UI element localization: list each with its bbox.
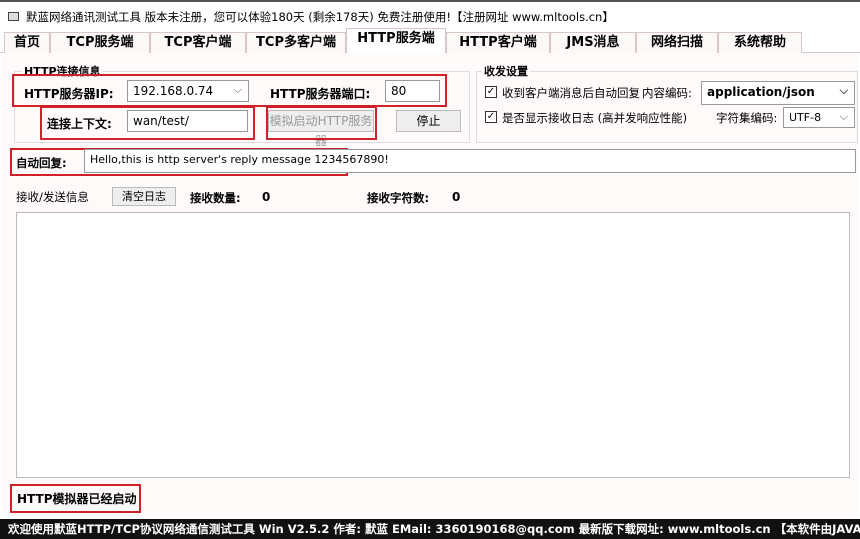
context-input[interactable]: wan/test/	[127, 110, 248, 132]
port-input[interactable]: 80	[385, 80, 440, 102]
tab-http-client[interactable]: HTTP客户端	[446, 32, 550, 54]
tab-tcp-server[interactable]: TCP服务端	[50, 32, 150, 54]
port-label: HTTP服务器端口:	[270, 87, 371, 101]
clear-log-button[interactable]: 清空日志	[112, 187, 176, 206]
auto-reply-checkbox[interactable]: ✓	[485, 86, 497, 98]
recv-count: 0	[262, 190, 271, 204]
tab-bar: 首页 TCP服务端 TCP客户端 TCP多客户端 HTTP服务端 HTTP客户端…	[0, 28, 860, 54]
ip-select[interactable]: 192.168.0.74	[127, 80, 249, 102]
recv-chars-label: 接收字符数:	[367, 191, 430, 205]
auto-reply-label: 收到客户端消息后自动回复	[502, 86, 640, 100]
tab-help[interactable]: 系统帮助	[718, 32, 802, 54]
tab-home[interactable]: 首页	[4, 32, 50, 54]
tab-jms[interactable]: JMS消息	[550, 32, 636, 54]
recv-chars: 0	[452, 190, 461, 204]
settings-group-label: 收发设置	[482, 63, 530, 79]
status-text: HTTP模拟器已经启动	[17, 492, 137, 506]
show-log-checkbox[interactable]: ✓	[485, 111, 497, 123]
tab-network-scan[interactable]: 网络扫描	[636, 32, 718, 54]
footer-bar: 欢迎使用默蓝HTTP/TCP协议网络通信测试工具 Win V2.5.2 作者: …	[0, 519, 860, 539]
context-label: 连接上下文:	[47, 117, 112, 131]
title-bar: 默蓝网络通讯测试工具 版本未注册，您可以体验180天 (剩余178天) 免费注册…	[0, 0, 860, 30]
auto-reply-input[interactable]: Hello,this is http server's reply messag…	[84, 149, 856, 173]
recv-count-label: 接收数量:	[190, 191, 241, 205]
tab-tcp-client[interactable]: TCP客户端	[150, 32, 246, 54]
tab-http-server[interactable]: HTTP服务端	[346, 28, 446, 54]
charset-label: 字符集编码:	[716, 111, 778, 125]
ip-label: HTTP服务器IP:	[24, 87, 114, 101]
log-textarea[interactable]	[16, 212, 850, 478]
content-encoding-label: 内容编码:	[642, 86, 692, 100]
recv-send-label: 接收/发送信息	[16, 190, 89, 204]
charset-select[interactable]: UTF-8	[783, 107, 855, 128]
auto-reply-text-label: 自动回复:	[16, 156, 67, 170]
tab-tcp-multi-client[interactable]: TCP多客户端	[246, 32, 346, 54]
window-title: 默蓝网络通讯测试工具 版本未注册，您可以体验180天 (剩余178天) 免费注册…	[26, 10, 614, 24]
highlight-start	[266, 106, 377, 140]
content-encoding-select[interactable]: application/json	[701, 81, 855, 105]
show-log-label: 是否显示接收日志 (高并发响应性能)	[502, 111, 688, 125]
app-icon	[8, 12, 19, 21]
stop-button[interactable]: 停止	[396, 110, 461, 132]
